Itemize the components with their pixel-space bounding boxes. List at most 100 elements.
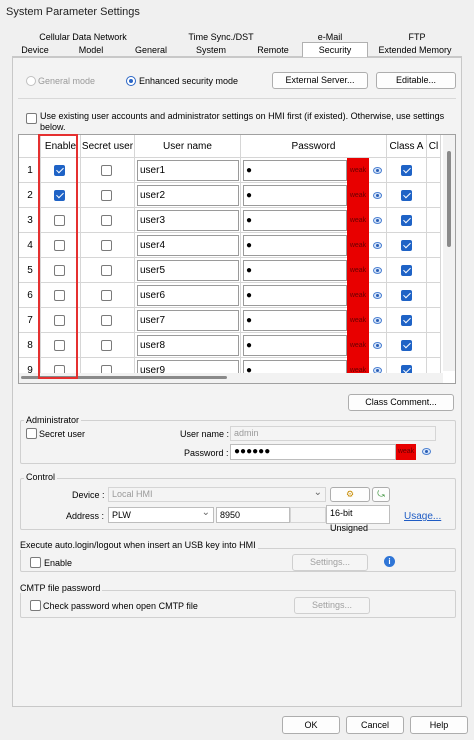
admin-secret-user-checkbox[interactable] — [26, 428, 37, 439]
tab-ftp[interactable]: FTP — [392, 30, 442, 44]
secret-user-checkbox[interactable] — [101, 340, 112, 351]
usb-login-group-label: Execute auto.login/logout when insert an… — [18, 540, 258, 550]
tab-time-sync-dst[interactable]: Time Sync./DST — [176, 30, 266, 44]
show-password-icon[interactable] — [373, 217, 382, 224]
show-password-icon[interactable] — [373, 192, 382, 199]
show-password-icon[interactable] — [373, 342, 382, 349]
password-field[interactable]: ● — [243, 335, 347, 356]
usb-login-settings-button[interactable]: Settings... — [292, 554, 368, 571]
user-name-field[interactable]: user3 — [137, 210, 239, 231]
enhanced-security-mode-radio[interactable] — [126, 76, 136, 86]
secret-user-checkbox[interactable] — [101, 265, 112, 276]
editable-button[interactable]: Editable... — [376, 72, 456, 89]
enhanced-security-mode-label: Enhanced security mode — [139, 76, 239, 86]
show-password-icon[interactable] — [373, 242, 382, 249]
show-password-icon[interactable] — [373, 167, 382, 174]
secret-user-checkbox[interactable] — [101, 290, 112, 301]
cmtp-check-password-label: Check password when open CMTP file — [43, 601, 198, 611]
vertical-scroll-thumb[interactable] — [447, 151, 451, 247]
password-field[interactable]: ● — [243, 285, 347, 306]
usb-login-enable-label: Enable — [44, 558, 73, 568]
table-header-class-a: Class A — [387, 135, 427, 158]
table-row: 4 user4 ● weak — [19, 233, 441, 258]
class-a-checkbox[interactable] — [401, 290, 412, 301]
tab-cellular-data-network[interactable]: Cellular Data Network — [28, 30, 138, 44]
cmtp-settings-button[interactable]: Settings... — [294, 597, 370, 614]
class-a-checkbox[interactable] — [401, 265, 412, 276]
tab-device[interactable]: Device — [12, 43, 58, 57]
table-row: 5 user5 ● weak — [19, 258, 441, 283]
user-name-field[interactable]: user1 — [137, 160, 239, 181]
admin-user-name-label: User name : — [180, 429, 230, 439]
link-icon: ⤿ — [377, 489, 385, 499]
device-settings-button[interactable]: ⚙ — [330, 487, 370, 502]
admin-user-name-field[interactable]: admin — [230, 426, 436, 441]
class-a-checkbox[interactable] — [401, 315, 412, 326]
usage-link[interactable]: Usage... — [404, 511, 441, 522]
table-header-password: Password — [241, 135, 387, 158]
show-password-icon[interactable] — [373, 317, 382, 324]
tab-extended-memory[interactable]: Extended Memory — [368, 43, 462, 57]
admin-password-field[interactable]: ●●●●●● — [230, 444, 396, 460]
password-strength-badge: weak — [347, 308, 369, 333]
tab-remote[interactable]: Remote — [244, 43, 302, 57]
user-name-field[interactable]: user4 — [137, 235, 239, 256]
user-name-field[interactable]: user2 — [137, 185, 239, 206]
table-row: 2 user2 ● weak — [19, 183, 441, 208]
device-select[interactable]: Local HMI — [108, 486, 326, 502]
class-a-checkbox[interactable] — [401, 190, 412, 201]
address-label: Address : — [66, 511, 105, 521]
use-existing-settings-checkbox[interactable] — [26, 113, 37, 124]
horizontal-scrollbar[interactable] — [19, 373, 443, 383]
show-password-icon[interactable] — [373, 267, 382, 274]
password-field[interactable]: ● — [243, 310, 347, 331]
info-icon[interactable]: i — [384, 556, 395, 567]
general-mode-radio[interactable] — [26, 76, 36, 86]
password-field[interactable]: ● — [243, 260, 347, 281]
cancel-button[interactable]: Cancel — [346, 716, 404, 734]
table-cell — [427, 208, 441, 233]
help-button[interactable]: Help — [410, 716, 468, 734]
secret-user-checkbox[interactable] — [101, 315, 112, 326]
tab-system[interactable]: System — [178, 43, 244, 57]
table-cell — [427, 258, 441, 283]
tab-model[interactable]: Model — [58, 43, 124, 57]
address-number-field[interactable]: 8950 — [216, 507, 290, 523]
address-device-type-select[interactable]: PLW — [108, 506, 214, 523]
vertical-scrollbar[interactable] — [443, 135, 455, 371]
admin-secret-user-label: Secret user — [39, 429, 86, 439]
show-password-icon[interactable] — [373, 292, 382, 299]
user-name-field[interactable]: user5 — [137, 260, 239, 281]
admin-show-password-icon[interactable] — [422, 448, 431, 455]
class-a-checkbox[interactable] — [401, 215, 412, 226]
tab-security[interactable]: Security — [302, 42, 368, 58]
device-settings-icon: ⚙ — [345, 489, 355, 499]
control-group-label: Control — [24, 472, 58, 482]
secret-user-checkbox[interactable] — [101, 165, 112, 176]
password-field[interactable]: ● — [243, 235, 347, 256]
admin-password-strength-badge: weak — [396, 444, 416, 460]
ok-button[interactable]: OK — [282, 716, 340, 734]
class-a-checkbox[interactable] — [401, 340, 412, 351]
device-link-button[interactable]: ⤿ — [372, 487, 390, 502]
device-label: Device : — [72, 490, 105, 500]
password-field[interactable]: ● — [243, 185, 347, 206]
password-strength-badge: weak — [347, 208, 369, 233]
tab-general[interactable]: General — [124, 43, 178, 57]
cmtp-check-password-checkbox[interactable] — [30, 600, 41, 611]
usb-login-enable-checkbox[interactable] — [30, 557, 41, 568]
class-a-checkbox[interactable] — [401, 240, 412, 251]
password-field[interactable]: ● — [243, 210, 347, 231]
administrator-group-label: Administrator — [24, 415, 82, 425]
secret-user-checkbox[interactable] — [101, 215, 112, 226]
secret-user-checkbox[interactable] — [101, 240, 112, 251]
table-cell — [427, 283, 441, 308]
password-field[interactable]: ● — [243, 160, 347, 181]
class-comment-button[interactable]: Class Comment... — [348, 394, 454, 411]
user-name-field[interactable]: user7 — [137, 310, 239, 331]
class-a-checkbox[interactable] — [401, 165, 412, 176]
secret-user-checkbox[interactable] — [101, 190, 112, 201]
user-name-field[interactable]: user6 — [137, 285, 239, 306]
external-server-button[interactable]: External Server... — [272, 72, 368, 89]
user-name-field[interactable]: user8 — [137, 335, 239, 356]
